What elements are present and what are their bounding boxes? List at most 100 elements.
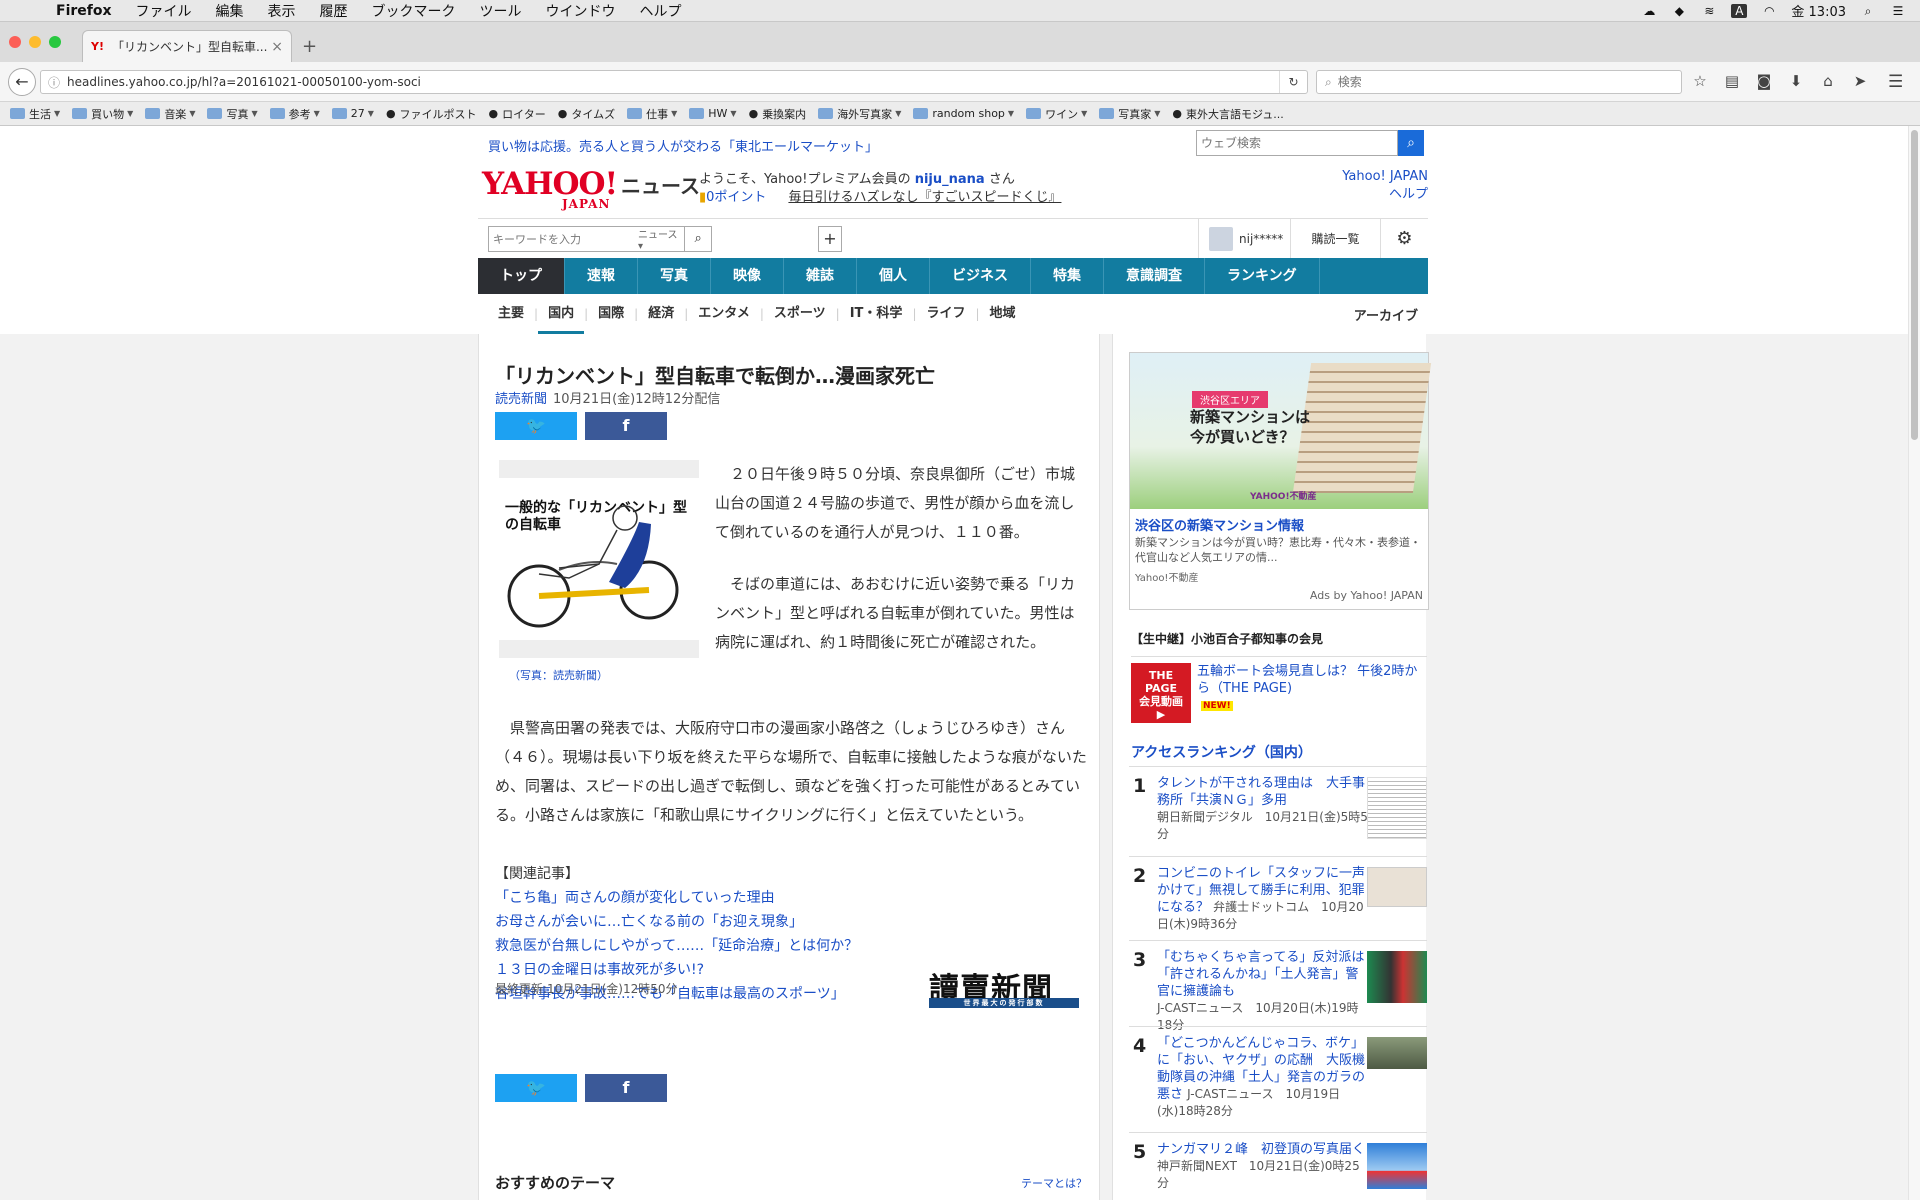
sub-nav-item[interactable]: 地域 xyxy=(980,294,1026,334)
related-link[interactable]: １３日の金曜日は事故死が多い!? xyxy=(495,958,858,982)
reading-list-icon[interactable]: ▤ xyxy=(1722,72,1742,90)
ranking-item[interactable]: 5 ナンガマリ２峰 初登頂の写真届く 神戸新聞NEXT 10月21日(金)0時25… xyxy=(1129,1132,1427,1192)
input-method-icon[interactable]: A xyxy=(1731,3,1748,18)
bookmark-folder[interactable]: 生活 ▼ xyxy=(10,106,60,122)
bookmark-link[interactable]: ● ロイター xyxy=(489,106,546,122)
scrollbar-thumb[interactable] xyxy=(1911,130,1918,440)
network-icon[interactable]: ≋ xyxy=(1701,4,1717,18)
home-icon[interactable]: ⌂ xyxy=(1818,72,1838,90)
dropbox-icon[interactable]: ◆ xyxy=(1671,4,1687,18)
themes-help-link[interactable]: テーマとは？ xyxy=(1021,1175,1087,1191)
related-link[interactable]: お母さんが会いに…亡くなる前の「お迎え現象」 xyxy=(495,910,858,934)
archive-link[interactable]: アーカイブ xyxy=(1354,305,1428,324)
bookmark-folder[interactable]: 写真家 ▼ xyxy=(1099,106,1160,122)
related-link[interactable]: 「こち亀」両さんの顔が変化していった理由 xyxy=(495,886,858,910)
main-nav-item[interactable]: 個人 xyxy=(857,258,930,294)
web-search-input[interactable] xyxy=(1196,130,1398,156)
menu-clock[interactable]: 金 13:03 xyxy=(1791,1,1846,20)
pocket-icon[interactable]: ◙ xyxy=(1754,72,1774,90)
welcome-username[interactable]: niju_nana xyxy=(915,172,985,187)
menu-window[interactable]: ウインドウ xyxy=(534,1,628,21)
sub-nav-item[interactable]: スポーツ xyxy=(764,294,836,334)
photo-caption[interactable]: （写真：読売新聞） xyxy=(509,667,608,683)
news-search-button[interactable]: ⌕ xyxy=(684,227,711,251)
close-window-button[interactable] xyxy=(9,36,21,48)
tab-active[interactable]: Y! 「リカンベント」型自転車... × xyxy=(82,30,292,62)
send-icon[interactable]: ➤ xyxy=(1850,72,1870,90)
creative-cloud-icon[interactable]: ☁ xyxy=(1641,4,1657,18)
bookmark-link[interactable]: ● 乗換案内 xyxy=(749,106,807,122)
rank-title[interactable]: タレントが干される理由は 大手事務所「共演ＮＧ」多用 xyxy=(1157,776,1365,808)
tab-close-icon[interactable]: × xyxy=(271,39,283,55)
info-icon[interactable]: ⓘ xyxy=(41,74,67,91)
main-nav-item[interactable]: 速報 xyxy=(565,258,638,294)
bookmark-folder[interactable]: HW ▼ xyxy=(689,107,737,120)
browser-search-input[interactable] xyxy=(1337,75,1638,89)
facebook-share-button[interactable]: f xyxy=(585,1074,667,1102)
promo-link[interactable]: 買い物は応援。売る人と買う人が交わる「東北エールマーケット」 xyxy=(488,136,878,155)
subscriptions-link[interactable]: 購読一覧 xyxy=(1290,219,1380,259)
news-logo-text[interactable]: ニュース xyxy=(621,170,700,199)
main-nav-item[interactable]: 特集 xyxy=(1031,258,1104,294)
sub-nav-item[interactable]: 主要 xyxy=(488,294,534,334)
article-photo[interactable]: 一般的な「リカンベント」型の自転車 xyxy=(499,460,699,658)
rank-title[interactable]: ナンガマリ２峰 初登頂の写真届く xyxy=(1157,1142,1365,1157)
bookmark-link[interactable]: ● 東外大言語モジュ... xyxy=(1172,106,1283,122)
menu-bookmarks[interactable]: ブックマーク xyxy=(360,1,468,21)
new-tab-button[interactable]: + xyxy=(302,36,317,57)
menu-tools[interactable]: ツール xyxy=(468,1,534,21)
yahoo-japan-link[interactable]: Yahoo! JAPAN xyxy=(1342,169,1428,184)
bookmark-folder[interactable]: random shop ▼ xyxy=(913,107,1014,120)
facebook-share-button[interactable]: f xyxy=(585,412,667,440)
menu-app-firefox[interactable]: Firefox xyxy=(44,3,124,19)
sub-nav-item[interactable]: エンタメ xyxy=(688,294,760,334)
web-search-button[interactable]: ⌕ xyxy=(1398,130,1424,156)
hamburger-icon[interactable]: ☰ xyxy=(1888,72,1903,92)
back-arrow-icon[interactable]: ← xyxy=(8,68,36,96)
search-category-select[interactable]: ニュース ▾ xyxy=(638,226,684,252)
zoom-window-button[interactable] xyxy=(49,36,61,48)
menu-view[interactable]: 表示 xyxy=(256,1,308,21)
main-nav-item[interactable]: 写真 xyxy=(638,258,711,294)
main-nav-item[interactable]: 雑誌 xyxy=(784,258,857,294)
url-bar[interactable]: ⓘ headlines.yahoo.co.jp/hl?a=20161021-00… xyxy=(40,70,1308,94)
sub-nav-item[interactable]: IT・科学 xyxy=(840,294,913,334)
bookmark-folder[interactable]: 参考 ▼ xyxy=(269,106,320,122)
sub-nav-item[interactable]: 経済 xyxy=(638,294,684,334)
related-link[interactable]: 救急医が台無しにしやがって……「延命治療」とは何か？ xyxy=(495,934,858,958)
browser-search-box[interactable]: ⌕ xyxy=(1316,70,1682,94)
yahoo-logo[interactable]: YAHOO! JAPAN xyxy=(482,166,618,211)
twitter-share-button[interactable]: 🐦 xyxy=(495,412,577,440)
live-item[interactable]: THE PAGE 会見動画 ▶ 五輪ボート会場見直しは？ 午後2時から（THE … xyxy=(1131,656,1427,723)
ads-by-label[interactable]: Ads by Yahoo! JAPAN xyxy=(1310,589,1423,602)
yomiuri-logo[interactable]: 讀賣新聞 世界最大の発行部数 xyxy=(929,964,1089,1008)
points-link[interactable]: ▮0ポイント xyxy=(699,186,766,205)
bookmark-link[interactable]: ● タイムズ xyxy=(558,106,615,122)
add-button[interactable]: + xyxy=(818,226,842,252)
ad-title[interactable]: 渋谷区の新築マンション情報 xyxy=(1135,515,1304,534)
main-nav-item[interactable]: 映像 xyxy=(711,258,784,294)
ranking-item[interactable]: 1 タレントが干される理由は 大手事務所「共演ＮＧ」多用 朝日新聞デジタル 10月… xyxy=(1129,766,1427,856)
main-nav-item[interactable]: ビジネス xyxy=(930,258,1031,294)
help-link[interactable]: ヘルプ xyxy=(1389,187,1428,202)
gear-icon[interactable]: ⚙ xyxy=(1380,219,1428,259)
star-icon[interactable]: ☆ xyxy=(1690,72,1710,90)
lottery-link[interactable]: 毎日引けるハズレなし『すごいスピードくじ』 xyxy=(788,186,1061,205)
menu-file[interactable]: ファイル xyxy=(124,1,204,21)
sub-nav-item[interactable]: 国際 xyxy=(588,294,634,334)
page-scrollbar[interactable] xyxy=(1908,126,1920,1200)
bookmark-folder[interactable]: 27 ▼ xyxy=(331,107,374,120)
main-nav-item[interactable]: 意識調査 xyxy=(1104,258,1205,294)
bookmark-folder[interactable]: 写真 ▼ xyxy=(207,106,258,122)
notification-center-icon[interactable]: ☰ xyxy=(1890,4,1906,18)
download-icon[interactable]: ⬇ xyxy=(1786,72,1806,90)
bookmark-folder[interactable]: ワイン ▼ xyxy=(1026,106,1087,122)
main-nav-item[interactable]: トップ xyxy=(478,258,565,294)
spotlight-icon[interactable]: ⌕ xyxy=(1860,4,1876,18)
keyword-input[interactable] xyxy=(489,232,638,246)
sub-nav-item[interactable]: ライフ xyxy=(916,294,975,334)
ranking-item[interactable]: 4 「どこつかんどんじゃコラ、ボケ」に「おい、ヤクザ」の応酬 大阪機動隊員の沖縄… xyxy=(1129,1026,1427,1132)
reload-icon[interactable]: ↻ xyxy=(1279,71,1307,93)
menu-history[interactable]: 履歴 xyxy=(308,1,360,21)
main-nav-item[interactable]: ランキング xyxy=(1205,258,1320,294)
